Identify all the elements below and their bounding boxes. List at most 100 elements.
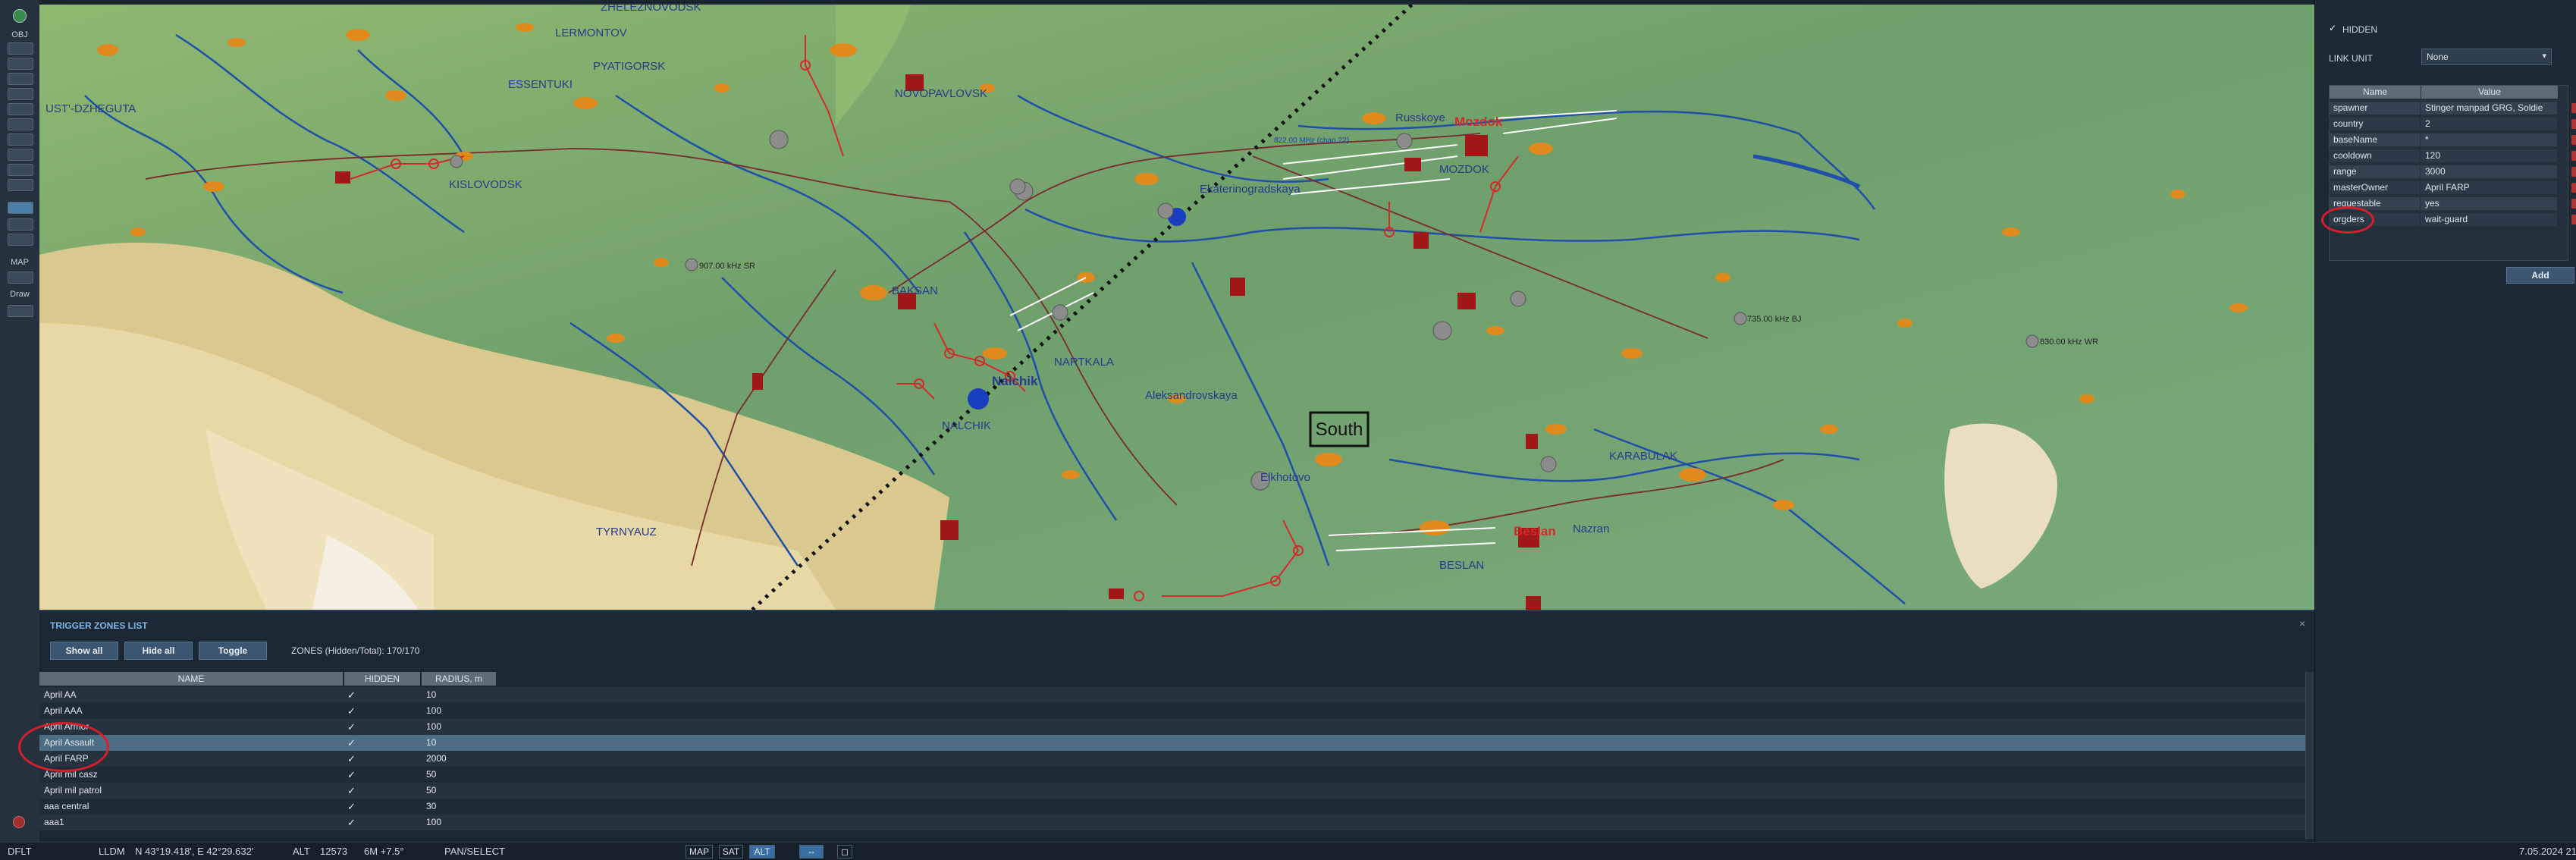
delete-icon[interactable] [2571, 199, 2576, 209]
hidden-checkbox[interactable]: ✓ [347, 751, 356, 767]
draw-label[interactable]: Draw [5, 290, 35, 299]
nav-beacon-label: 822.00 MHz (chan 22) [1274, 137, 1349, 145]
measure-toggle-icon[interactable]: ⇔ [799, 845, 824, 858]
sat-layer-button[interactable]: SAT [719, 845, 743, 858]
delete-icon[interactable] [2571, 215, 2576, 224]
hidden-checkbox[interactable]: ✓ [2329, 23, 2338, 33]
record-icon[interactable] [13, 816, 25, 828]
zone-name[interactable]: April AAA [44, 703, 83, 719]
property-name[interactable]: baseName [2329, 133, 2420, 146]
property-name[interactable]: spawner [2329, 102, 2420, 115]
table-row[interactable]: April AA ✓ 10 [39, 687, 2307, 703]
hidden-checkbox[interactable]: ✓ [347, 719, 356, 735]
close-icon[interactable]: × [2299, 617, 2305, 629]
table-row[interactable]: April Armor ✓ 100 [39, 719, 2307, 735]
toggle-button[interactable]: Toggle [199, 642, 267, 660]
show-all-button[interactable]: Show all [50, 642, 118, 660]
map-view[interactable]: South ZHELEZNOVODSK LERMONTOV PYATIGORSK… [39, 5, 2314, 610]
property-value[interactable]: April FARP [2421, 181, 2557, 194]
delete-icon[interactable] [2571, 135, 2576, 145]
table-row[interactable]: aaa1 ✓ 100 [39, 814, 2307, 830]
property-value[interactable]: 3000 [2421, 165, 2557, 178]
property-row[interactable]: country 2 [2329, 117, 2576, 131]
waypoint-tool-icon[interactable] [8, 149, 33, 161]
property-value[interactable]: 120 [2421, 149, 2557, 162]
templates-tool-icon[interactable] [8, 218, 33, 231]
property-name[interactable]: cooldown [2329, 149, 2420, 162]
city-label: Beslan [1514, 524, 1556, 538]
zone-name[interactable]: aaa central [44, 799, 89, 814]
delete-icon[interactable] [2571, 119, 2576, 129]
zone-radius: 10 [426, 737, 437, 748]
hidden-checkbox[interactable]: ✓ [347, 687, 356, 703]
zones-count: ZONES (Hidden/Total): 170/170 [291, 645, 420, 656]
table-row[interactable]: April Assault ✓ 10 [39, 735, 2307, 751]
alt-layer-button[interactable]: ALT [749, 845, 775, 858]
nav-beacon-label: 735.00 kHz BJ [1747, 315, 1802, 324]
hidden-column-header[interactable]: HIDDEN [344, 672, 420, 686]
property-value[interactable]: wait-guard [2421, 213, 2557, 226]
table-row[interactable]: April mil patrol ✓ 50 [39, 783, 2307, 799]
ruler-tool-icon[interactable] [8, 234, 33, 246]
ship-tool-icon[interactable] [8, 73, 33, 85]
table-scrollbar[interactable] [2305, 672, 2314, 839]
property-value[interactable]: yes [2421, 197, 2557, 210]
vehicle-tool-icon[interactable] [8, 88, 33, 100]
add-property-button[interactable]: Add [2506, 267, 2574, 284]
radius-column-header[interactable]: RADIUS, m [422, 672, 496, 686]
property-row[interactable]: spawner Stinger manpad GRG, Soldie [2329, 101, 2576, 115]
hidden-checkbox[interactable]: ✓ [347, 814, 356, 830]
view-mode[interactable]: DFLT [8, 846, 32, 857]
zone-name[interactable]: April AA [44, 687, 77, 703]
table-row[interactable]: April AAA ✓ 100 [39, 703, 2307, 719]
link-unit-select[interactable]: None ▾ [2421, 49, 2552, 65]
table-row[interactable]: April mil casz ✓ 50 [39, 767, 2307, 783]
table-row[interactable]: aaa central ✓ 30 [39, 799, 2307, 814]
property-name[interactable]: range [2329, 165, 2420, 178]
hidden-checkbox[interactable]: ✓ [347, 767, 356, 783]
static-tool-icon[interactable] [8, 103, 33, 115]
globe-icon[interactable] [13, 9, 27, 23]
measure-icon[interactable] [8, 305, 33, 317]
zone-name[interactable]: aaa1 [44, 814, 64, 830]
city-label: LERMONTOV [555, 27, 627, 39]
city-label: Aleksandrovskaya [1145, 389, 1238, 402]
hide-all-button[interactable]: Hide all [124, 642, 193, 660]
city-label: Mozdok [1454, 115, 1503, 129]
zone-name[interactable]: April mil patrol [44, 783, 102, 799]
coord-type[interactable]: LLDM [99, 846, 125, 857]
delete-icon[interactable] [2571, 103, 2576, 113]
target-tool-icon[interactable] [8, 164, 33, 176]
delete-icon[interactable] [2571, 167, 2576, 177]
hidden-checkbox[interactable]: ✓ [347, 783, 356, 799]
property-name[interactable]: masterOwner [2329, 181, 2420, 194]
zone-tool-icon[interactable] [8, 133, 33, 146]
mission-goals-icon[interactable] [8, 179, 33, 191]
table-row[interactable]: April FARP ✓ 2000 [39, 751, 2307, 767]
property-row[interactable]: cooldown 120 [2329, 149, 2576, 163]
trigger-zone-tool-icon[interactable] [8, 202, 33, 214]
map-layer-button[interactable]: MAP [686, 845, 713, 858]
helicopter-tool-icon[interactable] [8, 58, 33, 70]
property-value[interactable]: 2 [2421, 118, 2557, 130]
map-options-icon[interactable] [8, 271, 33, 284]
hidden-checkbox[interactable]: ✓ [347, 703, 356, 719]
hidden-checkbox[interactable]: ✓ [347, 799, 356, 814]
property-value[interactable]: Stinger manpad GRG, Soldie [2421, 102, 2557, 115]
camera-icon[interactable]: ◻ [837, 845, 852, 858]
hidden-checkbox[interactable]: ✓ [347, 735, 356, 751]
city-label: BAKSAN [892, 284, 938, 297]
property-value[interactable]: * [2421, 133, 2557, 146]
property-row[interactable]: range 3000 [2329, 165, 2576, 179]
delete-icon[interactable] [2571, 183, 2576, 193]
delete-icon[interactable] [2571, 151, 2576, 161]
plane-tool-icon[interactable] [8, 42, 33, 55]
name-column-header[interactable]: NAME [39, 672, 343, 686]
property-name[interactable]: country [2329, 118, 2420, 130]
map-canvas[interactable]: South ZHELEZNOVODSK LERMONTOV PYATIGORSK… [39, 5, 2314, 610]
magnetic-variation: 6M +7.5° [364, 846, 404, 857]
property-row[interactable]: baseName * [2329, 133, 2576, 147]
group-tool-icon[interactable] [8, 118, 33, 130]
property-row[interactable]: masterOwner April FARP [2329, 180, 2576, 195]
city-label: KARABULAK [1609, 450, 1677, 463]
